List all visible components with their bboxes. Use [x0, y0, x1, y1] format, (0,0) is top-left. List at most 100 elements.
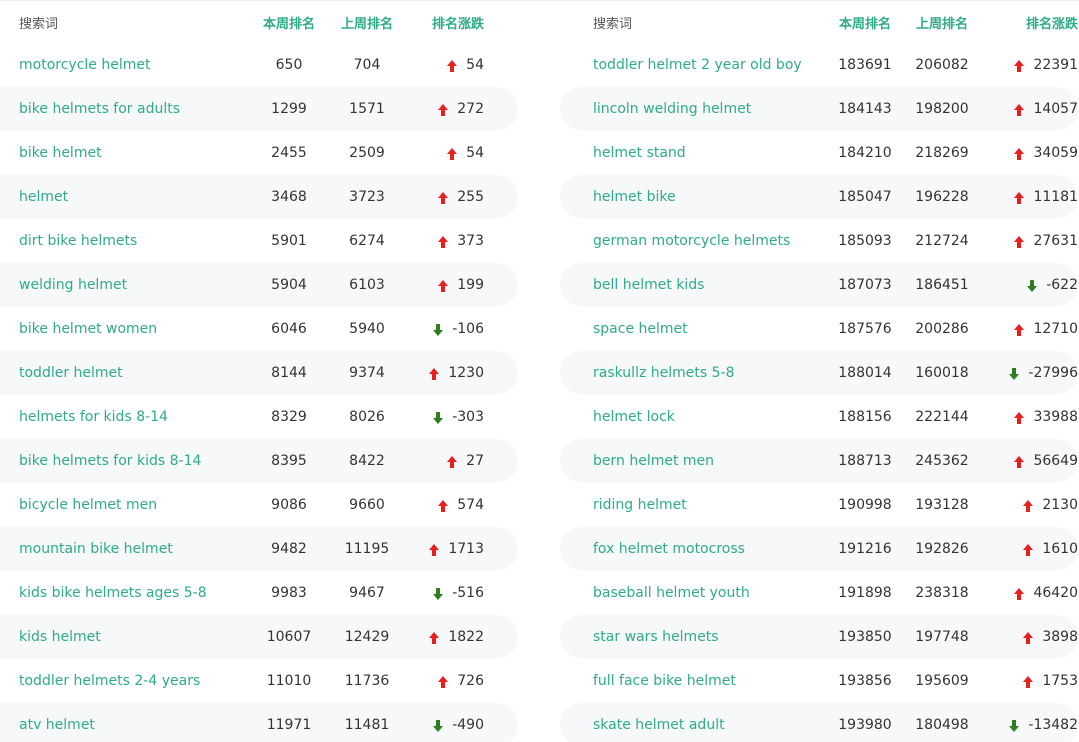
search-term-link[interactable]: baseball helmet youth: [593, 571, 750, 615]
this-week-rank: 184143: [838, 101, 892, 117]
search-term-link[interactable]: bike helmet: [19, 131, 102, 175]
arrow-up-icon: [1014, 60, 1025, 72]
keyword-rank-page: 搜索词 本周排名 上周排名 排名涨跌 motorcycle helmet 650 7…: [0, 0, 1079, 742]
header-this-week-rank[interactable]: 本周排名: [824, 1, 906, 43]
last-week-rank: 195609: [915, 673, 969, 689]
search-term-link[interactable]: bike helmets for adults: [19, 87, 180, 131]
this-week-rank: 187073: [838, 277, 892, 293]
table-row: atv helmet 11971 11481 -490: [0, 703, 518, 742]
table-row: helmets for kids 8-14 8329 8026 -303: [0, 395, 518, 439]
search-term-link[interactable]: german motorcycle helmets: [593, 219, 790, 263]
search-term-link[interactable]: star wars helmets: [593, 615, 719, 659]
this-week-rank: 191898: [838, 585, 892, 601]
table-header: 搜索词 本周排名 上周排名 排名涨跌: [0, 1, 518, 43]
rank-change: 272: [438, 87, 484, 131]
search-term-link[interactable]: toddler helmet: [19, 351, 123, 395]
arrow-down-icon: [1009, 368, 1020, 380]
search-term-link[interactable]: space helmet: [593, 307, 688, 351]
this-week-rank: 5901: [271, 233, 307, 249]
header-this-week-rank[interactable]: 本周排名: [248, 1, 330, 43]
rank-change: 54: [447, 43, 484, 87]
this-week-rank: 191216: [838, 541, 892, 557]
search-term-link[interactable]: bicycle helmet men: [19, 483, 157, 527]
last-week-rank: 6103: [349, 277, 385, 293]
search-term-link[interactable]: helmet bike: [593, 175, 676, 219]
search-term-link[interactable]: skate helmet adult: [593, 703, 725, 742]
search-term-link[interactable]: kids helmet: [19, 615, 101, 659]
rank-table-left: 搜索词 本周排名 上周排名 排名涨跌 motorcycle helmet 650 7…: [0, 1, 518, 742]
search-term-link[interactable]: atv helmet: [19, 703, 95, 742]
arrow-up-icon: [1014, 412, 1025, 424]
arrow-up-icon: [438, 280, 449, 292]
this-week-rank: 190998: [838, 497, 892, 513]
last-week-rank: 212724: [915, 233, 969, 249]
search-term-link[interactable]: helmets for kids 8-14: [19, 395, 168, 439]
table-row: baseball helmet youth 191898 238318 46420: [560, 571, 1078, 615]
last-week-rank: 238318: [915, 585, 969, 601]
rank-change: 373: [438, 219, 484, 263]
arrow-up-icon: [1014, 588, 1025, 600]
rank-change-value: 46420: [1033, 585, 1078, 601]
rank-change: 1822: [429, 615, 484, 659]
search-term-link[interactable]: welding helmet: [19, 263, 127, 307]
search-term-link[interactable]: raskullz helmets 5-8: [593, 351, 734, 395]
search-term-link[interactable]: mountain bike helmet: [19, 527, 173, 571]
rank-change: 54: [447, 131, 484, 175]
arrow-up-icon: [1023, 676, 1034, 688]
rank-change: 14057: [1014, 87, 1078, 131]
search-term-link[interactable]: helmet lock: [593, 395, 675, 439]
last-week-rank: 5940: [349, 321, 385, 337]
table-header: 搜索词 本周排名 上周排名 排名涨跌: [560, 1, 1078, 43]
arrow-up-icon: [1023, 632, 1034, 644]
rank-change-value: -516: [452, 585, 484, 601]
rank-change-value: 272: [457, 101, 484, 117]
search-term-link[interactable]: toddler helmet 2 year old boy: [593, 43, 802, 87]
search-term-link[interactable]: bell helmet kids: [593, 263, 704, 307]
search-term-link[interactable]: bike helmet women: [19, 307, 157, 351]
table-row: motorcycle helmet 650 704 54: [0, 43, 518, 87]
rank-change: 1713: [429, 527, 484, 571]
search-term-link[interactable]: lincoln welding helmet: [593, 87, 751, 131]
header-last-week-rank[interactable]: 上周排名: [326, 1, 408, 43]
search-term-link[interactable]: bike helmets for kids 8-14: [19, 439, 201, 483]
arrow-up-icon: [438, 192, 449, 204]
header-last-week-rank[interactable]: 上周排名: [901, 1, 983, 43]
last-week-rank: 9374: [349, 365, 385, 381]
table-row: fox helmet motocross 191216 192826 1610: [560, 527, 1078, 571]
search-term-link[interactable]: kids bike helmets ages 5-8: [19, 571, 207, 615]
table-row: lincoln welding helmet 184143 198200 14057: [560, 87, 1078, 131]
rank-change: -303: [433, 395, 484, 439]
table-body: motorcycle helmet 650 704 54 bike helmets fo…: [0, 43, 518, 742]
arrow-up-icon: [1014, 324, 1025, 336]
search-term-link[interactable]: helmet: [19, 175, 68, 219]
search-term-link[interactable]: riding helmet: [593, 483, 687, 527]
arrow-up-icon: [1023, 544, 1034, 556]
rank-change: 726: [438, 659, 484, 703]
arrow-up-icon: [438, 104, 449, 116]
rank-table-right: 搜索词 本周排名 上周排名 排名涨跌 toddler helmet 2 year…: [560, 1, 1078, 742]
search-term-link[interactable]: full face bike helmet: [593, 659, 736, 703]
last-week-rank: 222144: [915, 409, 969, 425]
rank-change: -622: [1027, 263, 1078, 307]
this-week-rank: 193850: [838, 629, 892, 645]
table-row: space helmet 187576 200286 12710: [560, 307, 1078, 351]
rank-change-value: 33988: [1033, 409, 1078, 425]
last-week-rank: 245362: [915, 453, 969, 469]
search-term-link[interactable]: dirt bike helmets: [19, 219, 137, 263]
last-week-rank: 180498: [915, 717, 969, 733]
search-term-link[interactable]: bern helmet men: [593, 439, 714, 483]
header-rank-change[interactable]: 排名涨跌: [432, 1, 484, 43]
search-term-link[interactable]: toddler helmets 2-4 years: [19, 659, 200, 703]
arrow-up-icon: [438, 676, 449, 688]
search-term-link[interactable]: fox helmet motocross: [593, 527, 745, 571]
rank-change-value: 54: [466, 145, 484, 161]
this-week-rank: 9983: [271, 585, 307, 601]
last-week-rank: 8422: [349, 453, 385, 469]
search-term-link[interactable]: motorcycle helmet: [19, 43, 150, 87]
last-week-rank: 193128: [915, 497, 969, 513]
arrow-up-icon: [429, 544, 440, 556]
search-term-link[interactable]: helmet stand: [593, 131, 686, 175]
rank-change-value: 56649: [1033, 453, 1078, 469]
header-rank-change[interactable]: 排名涨跌: [1026, 1, 1078, 43]
table-row: kids helmet 10607 12429 1822: [0, 615, 518, 659]
